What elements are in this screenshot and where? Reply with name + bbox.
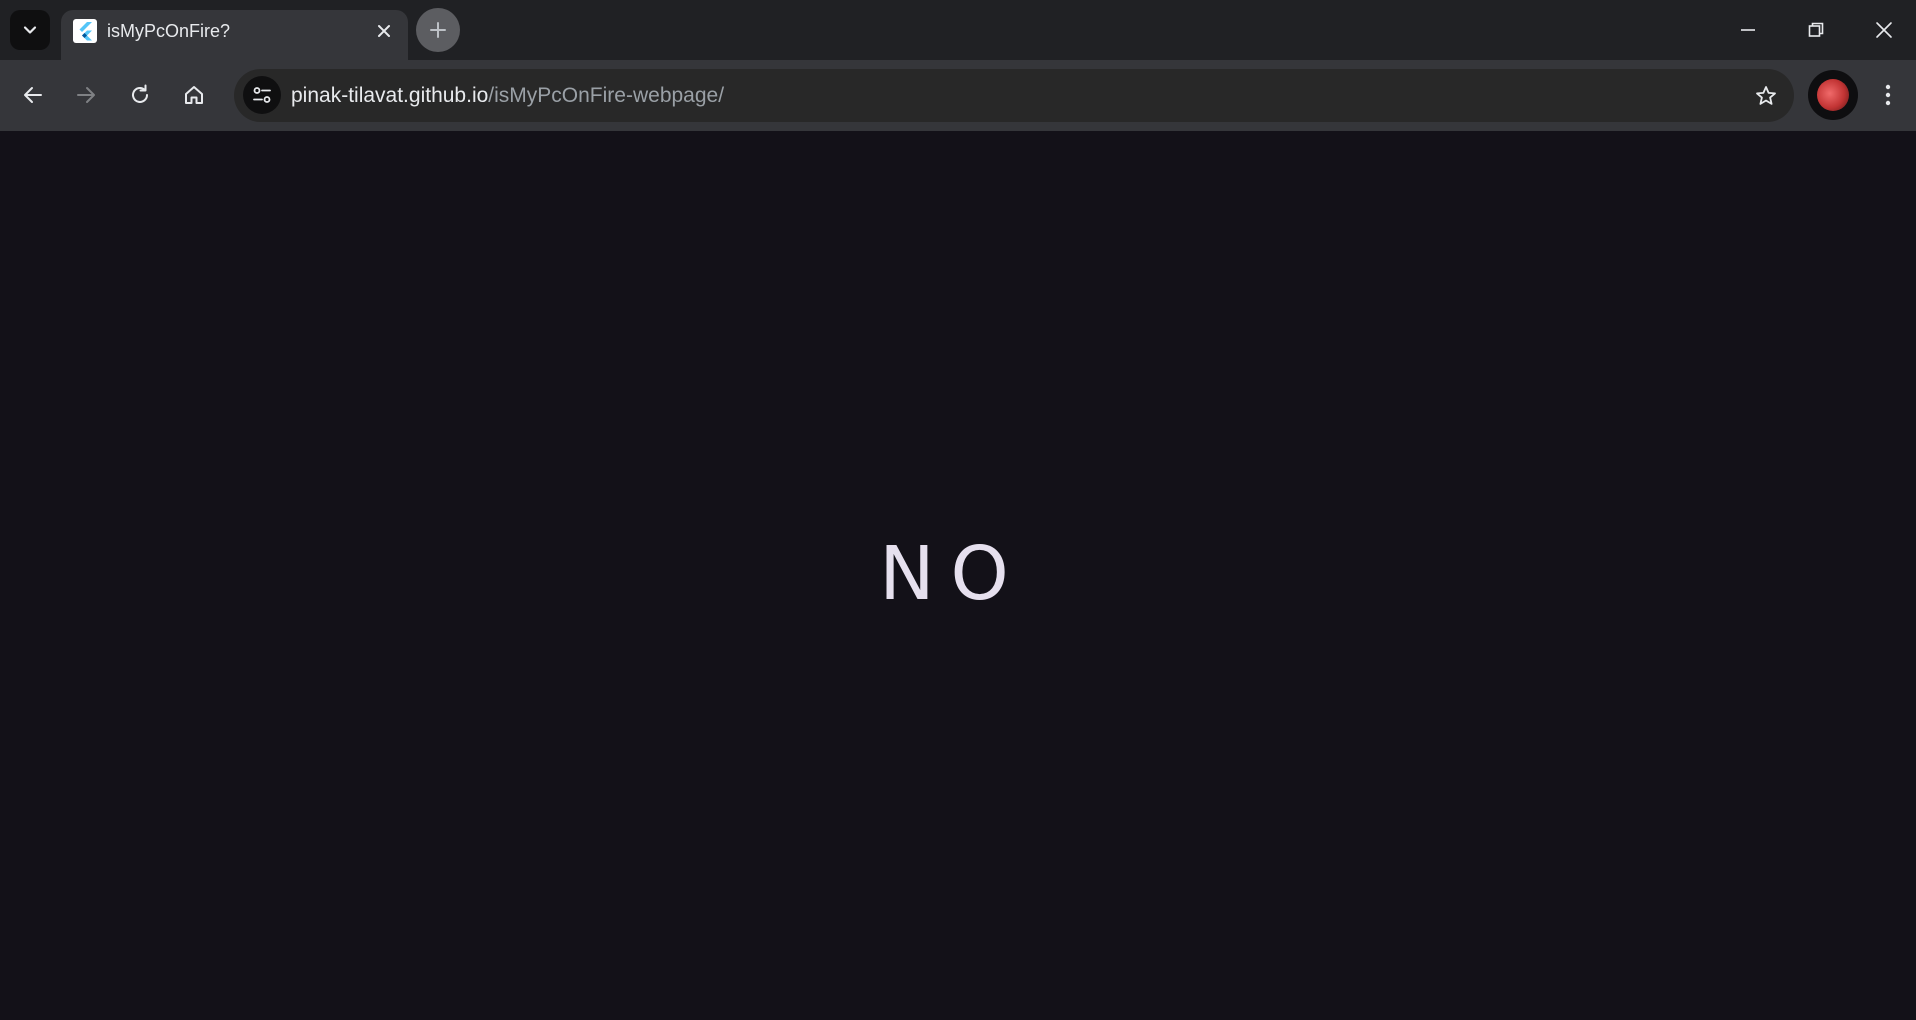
forward-button[interactable]: [64, 73, 108, 117]
new-tab-button[interactable]: [416, 8, 460, 52]
kebab-menu-icon: [1885, 84, 1891, 106]
reload-button[interactable]: [118, 73, 162, 117]
tab-strip: isMyPcOnFire?: [0, 0, 1916, 60]
restore-button[interactable]: [1780, 0, 1852, 60]
url-path: /isMyPcOnFire-webpage/: [488, 84, 725, 107]
chevron-down-icon: [23, 26, 37, 34]
browser-toolbar: pinak-tilavat.github.io/isMyPcOnFire-web…: [0, 60, 1916, 131]
arrow-right-icon: [77, 87, 95, 103]
flutter-logo-icon: [73, 19, 97, 43]
browser-window: isMyPcOnFire? pinak-tilavat.github.io/is…: [0, 0, 1916, 1020]
address-bar[interactable]: pinak-tilavat.github.io/isMyPcOnFire-web…: [234, 69, 1794, 122]
minimize-button[interactable]: [1712, 0, 1784, 60]
tab-title: isMyPcOnFire?: [107, 21, 231, 41]
arrow-left-icon: [24, 87, 42, 103]
avatar: [1817, 79, 1849, 111]
answer-text: NO: [879, 531, 1025, 617]
tab-active[interactable]: isMyPcOnFire?: [61, 10, 408, 60]
bookmark-button[interactable]: [1752, 82, 1780, 110]
plus-icon: [430, 22, 446, 38]
browser-menu-button[interactable]: [1870, 73, 1906, 117]
restore-icon: [1808, 22, 1824, 37]
tune-icon: [253, 87, 271, 103]
close-tab-button[interactable]: [372, 19, 396, 43]
minimize-icon: [1741, 29, 1755, 31]
star-icon: [1756, 86, 1776, 105]
url-host: pinak-tilavat.github.io: [291, 84, 489, 107]
reload-icon: [132, 84, 148, 103]
page-content: NO: [0, 131, 1916, 1020]
close-icon: [378, 25, 390, 37]
site-info-button[interactable]: [243, 76, 281, 114]
tab-search-button[interactable]: [10, 10, 50, 50]
profile-avatar-button[interactable]: [1808, 70, 1858, 120]
back-button[interactable]: [11, 73, 55, 117]
url-text[interactable]: pinak-tilavat.github.io/isMyPcOnFire-web…: [291, 83, 724, 109]
close-window-button[interactable]: [1848, 0, 1916, 60]
home-button[interactable]: [172, 73, 216, 117]
close-icon: [1876, 22, 1892, 38]
home-icon: [185, 86, 203, 104]
